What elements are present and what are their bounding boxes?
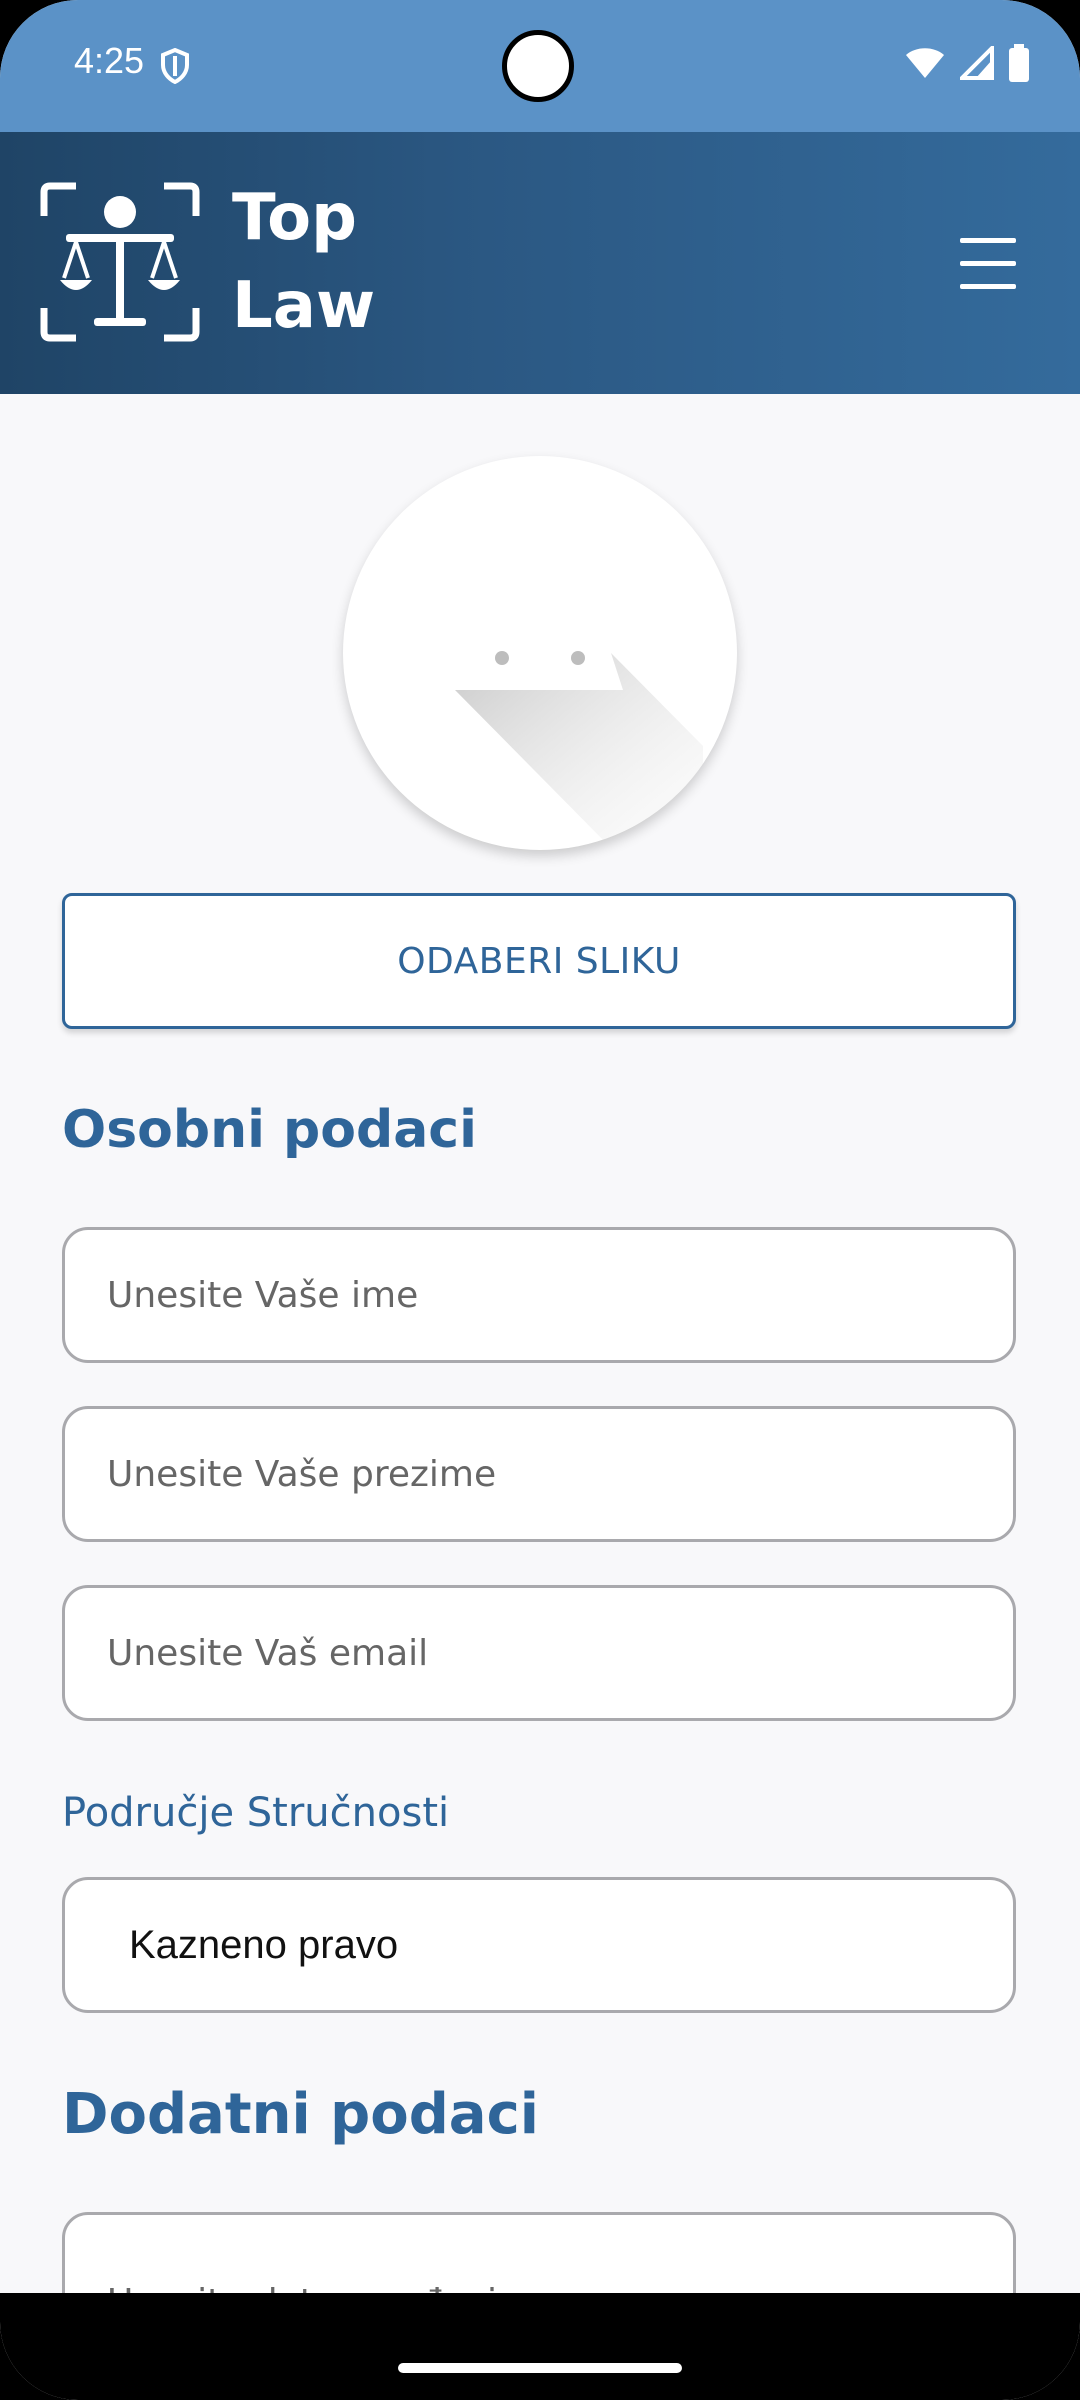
status-icons: [904, 44, 1030, 82]
home-indicator[interactable]: [398, 2363, 682, 2373]
phone-screen: 4:25 Top Law ODABERI SLIKU Osobni podaci…: [0, 0, 1080, 2400]
app-title-line1: Top: [232, 181, 357, 255]
first-name-field[interactable]: Unesite Vaše ime: [62, 1227, 1016, 1363]
gesture-nav-bar: [0, 2293, 1080, 2400]
last-name-field[interactable]: Unesite Vaše prezime: [62, 1406, 1016, 1542]
scales-of-justice-logo-icon: [40, 182, 200, 342]
app-header: Top Law: [0, 132, 1080, 394]
email-field[interactable]: Unesite Vaš email: [62, 1585, 1016, 1721]
expertise-label: Područje Stručnosti: [62, 1790, 450, 1836]
expertise-selected-value: Kazneno pravo: [129, 1922, 399, 1967]
app-title-line2: Law: [232, 269, 376, 343]
wifi-icon: [906, 48, 944, 78]
profile-avatar[interactable]: [343, 456, 737, 850]
status-time: 4:25: [74, 40, 145, 81]
hamburger-menu-icon[interactable]: [960, 238, 1016, 289]
personal-data-heading: Osobni podaci: [62, 1100, 477, 1160]
camera-cutout: [502, 30, 574, 102]
additional-data-heading: Dodatni podaci: [62, 2082, 539, 2147]
signal-icon: [960, 46, 994, 80]
battery-icon: [1009, 44, 1029, 82]
avatar-placeholder-icon: [455, 651, 703, 850]
pick-image-button[interactable]: ODABERI SLIKU: [62, 893, 1016, 1029]
expertise-select[interactable]: Kazneno pravo: [62, 1877, 1016, 2013]
shield-icon: [161, 48, 189, 84]
app-title: Top Law: [232, 174, 375, 350]
status-bar: 4:25: [0, 0, 1080, 132]
